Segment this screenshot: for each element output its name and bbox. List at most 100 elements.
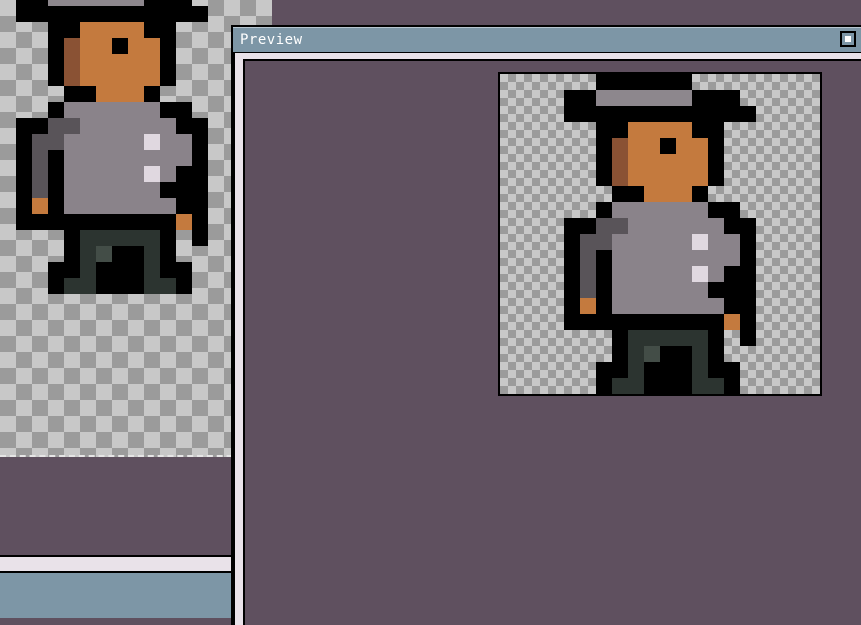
- sprite-pixel: [160, 6, 176, 22]
- sprite-pixel: [660, 330, 676, 346]
- sprite-pixel: [564, 106, 580, 122]
- sprite-pixel: [64, 182, 80, 198]
- sprite-pixel: [32, 166, 48, 182]
- sprite-pixel: [96, 262, 112, 278]
- sprite-pixel: [708, 234, 724, 250]
- sprite-pixel: [48, 198, 64, 214]
- sprite-pixel: [596, 106, 612, 122]
- sprite-pixel: [96, 134, 112, 150]
- sprite-pixel: [176, 166, 192, 182]
- sprite-pixel: [612, 234, 628, 250]
- sprite-pixel: [580, 218, 596, 234]
- sprite-pixel: [96, 150, 112, 166]
- sprite-pixel: [676, 250, 692, 266]
- sprite-pixel: [64, 230, 80, 246]
- sprite-pixel: [128, 246, 144, 262]
- sprite-pixel: [660, 170, 676, 186]
- sprite-pixel: [64, 38, 80, 54]
- preview-titlebar[interactable]: Preview: [233, 27, 861, 52]
- sprite-pixel: [96, 22, 112, 38]
- sprite-pixel: [160, 182, 176, 198]
- sprite-pixel: [96, 182, 112, 198]
- sprite-pixel: [644, 218, 660, 234]
- preview-sprite-image: [564, 74, 756, 394]
- sprite-pixel: [160, 70, 176, 86]
- sprite-pixel: [628, 250, 644, 266]
- sprite-pixel: [740, 250, 756, 266]
- sprite-pixel: [80, 54, 96, 70]
- sprite-pixel: [596, 202, 612, 218]
- sprite-pixel: [144, 262, 160, 278]
- sprite-pixel: [32, 134, 48, 150]
- sprite-pixel: [32, 214, 48, 230]
- sprite-pixel: [612, 138, 628, 154]
- sprite-pixel: [596, 362, 612, 378]
- sprite-pixel: [112, 86, 128, 102]
- sprite-pixel: [644, 346, 660, 362]
- sprite-pixel: [660, 298, 676, 314]
- sprite-pixel: [192, 214, 208, 230]
- maximize-icon: [842, 33, 854, 45]
- sprite-pixel: [644, 90, 660, 106]
- sprite-pixel: [96, 230, 112, 246]
- sprite-pixel: [692, 362, 708, 378]
- sprite-pixel: [112, 22, 128, 38]
- sprite-pixel: [160, 246, 176, 262]
- sprite-pixel: [128, 134, 144, 150]
- sprite-pixel: [692, 90, 708, 106]
- sprite-pixel: [676, 362, 692, 378]
- sprite-pixel: [128, 166, 144, 182]
- sprite-pixel: [112, 70, 128, 86]
- sprite-pixel: [144, 54, 160, 70]
- sprite-pixel: [660, 362, 676, 378]
- sprite-pixel: [564, 250, 580, 266]
- sprite-pixel: [144, 214, 160, 230]
- sprite-pixel: [660, 234, 676, 250]
- sprite-pixel: [628, 186, 644, 202]
- sprite-pixel: [80, 86, 96, 102]
- sprite-pixel: [708, 314, 724, 330]
- sprite-pixel: [676, 74, 692, 90]
- sprite-pixel: [660, 250, 676, 266]
- sprite-pixel: [48, 102, 64, 118]
- sprite-pixel: [16, 166, 32, 182]
- sprite-pixel: [596, 138, 612, 154]
- sprite-pixel: [48, 70, 64, 86]
- sprite-pixel: [660, 378, 676, 394]
- sprite-pixel: [176, 198, 192, 214]
- sprite-pixel: [612, 314, 628, 330]
- sprite-pixel: [660, 90, 676, 106]
- sprite-pixel: [628, 330, 644, 346]
- sprite-pixel: [692, 282, 708, 298]
- sprite-pixel: [48, 134, 64, 150]
- sprite-pixel: [176, 214, 192, 230]
- sprite-pixel: [48, 166, 64, 182]
- preview-frame: [235, 53, 861, 625]
- sprite-pixel: [96, 86, 112, 102]
- sprite-pixel: [128, 214, 144, 230]
- sprite-pixel: [724, 266, 740, 282]
- sprite-pixel: [144, 6, 160, 22]
- sprite-pixel: [192, 150, 208, 166]
- sprite-pixel: [660, 122, 676, 138]
- sprite-pixel: [628, 266, 644, 282]
- sprite-pixel: [580, 314, 596, 330]
- sprite-pixel: [144, 246, 160, 262]
- sprite-pixel: [128, 70, 144, 86]
- sprite-pixel: [628, 314, 644, 330]
- sprite-pixel: [692, 266, 708, 282]
- sprite-pixel: [176, 118, 192, 134]
- sprite-pixel: [692, 250, 708, 266]
- sprite-pixel: [676, 314, 692, 330]
- sprite-pixel: [660, 202, 676, 218]
- sprite-pixel: [80, 22, 96, 38]
- sprite-pixel: [708, 122, 724, 138]
- sprite-pixel: [676, 90, 692, 106]
- sprite-pixel: [144, 182, 160, 198]
- sprite-pixel: [64, 198, 80, 214]
- sprite-pixel: [48, 182, 64, 198]
- maximize-button[interactable]: [840, 31, 856, 47]
- sprite-pixel: [144, 86, 160, 102]
- sprite-pixel: [740, 106, 756, 122]
- lower-panel: [0, 555, 232, 618]
